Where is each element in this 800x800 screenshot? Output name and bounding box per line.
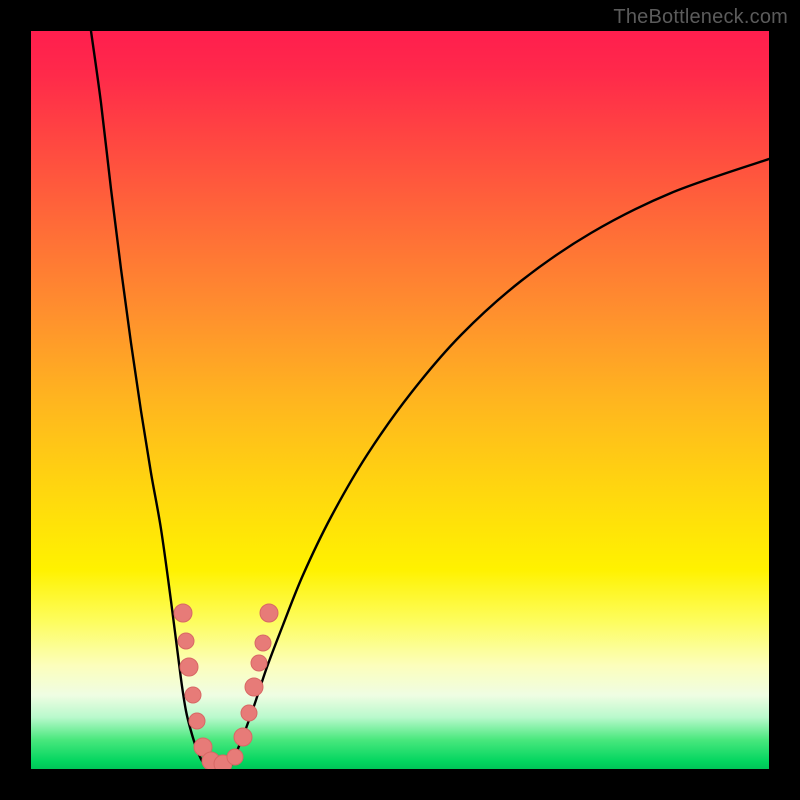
plot-area <box>31 31 769 769</box>
data-dot <box>180 658 198 676</box>
bottleneck-curve <box>31 31 769 769</box>
data-dot <box>178 633 194 649</box>
data-dot <box>189 713 205 729</box>
data-dot <box>185 687 201 703</box>
data-dot <box>234 728 252 746</box>
watermark-text: TheBottleneck.com <box>613 6 788 29</box>
data-dot <box>227 749 243 765</box>
data-dot <box>174 604 192 622</box>
data-dot <box>255 635 271 651</box>
chart-frame: TheBottleneck.com <box>0 0 800 800</box>
data-dot <box>260 604 278 622</box>
curve-path <box>91 31 769 768</box>
data-dot <box>241 705 257 721</box>
data-dot <box>245 678 263 696</box>
data-dot <box>251 655 267 671</box>
